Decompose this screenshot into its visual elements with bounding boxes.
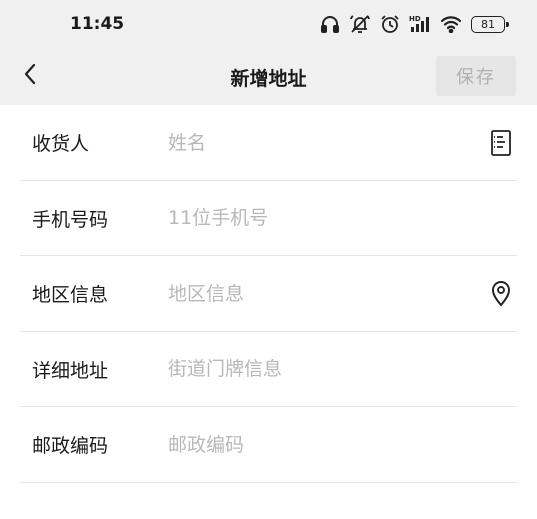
hd-signal-icon: HD: [409, 14, 431, 34]
region-input[interactable]: [168, 278, 468, 309]
postcode-label: 邮政编码: [32, 435, 109, 458]
save-button[interactable]: 保存: [436, 56, 516, 96]
postcode-input[interactable]: [168, 429, 468, 460]
svg-text:HD: HD: [409, 15, 421, 23]
address-form: 收货人 手机号码 地区信息 详细地址 邮政编码: [0, 105, 537, 483]
form-row-recipient: 收货人: [0, 105, 537, 181]
top-area: 11:45 HD 81 新增地址 保存: [0, 0, 537, 105]
location-pin-icon[interactable]: [487, 278, 515, 310]
alarm-icon: [380, 14, 400, 34]
recipient-name-input[interactable]: [168, 127, 468, 158]
form-row-postcode: 邮政编码: [0, 407, 537, 483]
battery-level: 81: [481, 17, 495, 31]
street-label: 详细地址: [32, 359, 109, 382]
recipient-label: 收货人: [32, 133, 90, 156]
form-row-region: 地区信息: [0, 256, 537, 332]
status-time: 11:45: [70, 14, 125, 34]
status-icons: HD 81: [320, 13, 509, 35]
phone-label: 手机号码: [32, 208, 109, 231]
wifi-icon: [440, 15, 462, 33]
form-row-street: 详细地址: [0, 332, 537, 408]
form-row-phone: 手机号码: [0, 181, 537, 257]
status-bar: 11:45 HD 81: [0, 0, 537, 50]
region-label: 地区信息: [32, 284, 109, 307]
phone-input[interactable]: [168, 203, 468, 234]
mute-icon: [349, 14, 371, 34]
nav-bar: 新增地址 保存: [0, 50, 537, 102]
street-address-input[interactable]: [168, 354, 468, 385]
contact-book-icon[interactable]: [487, 127, 515, 159]
battery-icon: 81: [471, 15, 509, 33]
headphones-icon: [320, 14, 340, 34]
